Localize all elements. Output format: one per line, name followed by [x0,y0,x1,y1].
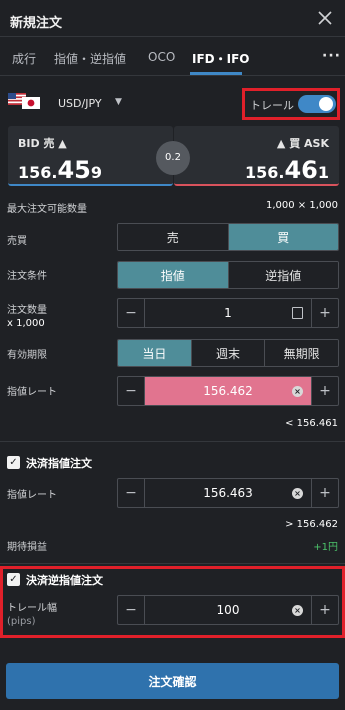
tab-market[interactable]: 成行 [12,50,36,67]
increment-button[interactable]: + [312,377,338,405]
decrement-button[interactable]: − [118,299,144,327]
tab-ifd-ifo[interactable]: IFD・IFO [192,50,250,67]
settle-limit-title: 決済指値注文 [26,457,92,470]
trail-width-unit: (pips) [7,616,36,627]
condition-selector: 指値 逆指値 [117,261,339,289]
trail-width-stepper: − 100 × + [117,595,339,625]
settle-limit-stepper: − 156.463 × + [117,478,339,508]
limit-option[interactable]: 指値 [118,262,229,288]
increment-button[interactable]: + [312,479,338,507]
settle-stop-checkbox[interactable]: ✓ [7,573,20,586]
decrement-button[interactable]: − [118,377,144,405]
side-selector: 売 買 [117,223,339,251]
calculator-icon[interactable] [292,307,303,319]
limit-rate-label: 指値レート [7,387,57,398]
currency-pair-select[interactable]: USD/JPY [58,97,102,110]
limit-rate-hint: < 156.461 [285,418,338,429]
expiry-weekend-option[interactable]: 週末 [191,340,266,366]
expected-pnl-label: 期待損益 [7,542,47,553]
trail-label: トレール [250,99,294,112]
quantity-stepper: − 1 + [117,298,339,328]
toggle-knob [319,97,333,111]
expiry-label: 有効期限 [7,350,47,361]
side-label: 売買 [7,236,27,247]
trail-width-label: トレール幅 [7,603,57,614]
order-confirm-button[interactable]: 注文確認 [6,663,339,699]
spread-badge: 0.2 [156,141,190,175]
quantity-input[interactable]: 1 [144,299,312,327]
limit-rate-input[interactable]: 156.462 × [144,377,312,405]
quantity-label: 注文数量 [7,305,47,316]
tab-oco[interactable]: OCO [148,50,175,64]
page-title: 新規注文 [10,16,63,31]
settle-limit-input[interactable]: 156.463 × [144,479,312,507]
max-qty-label: 最大注文可能数量 [7,204,87,215]
expiry-today-option[interactable]: 当日 [118,340,192,366]
sell-option[interactable]: 売 [118,224,229,250]
expiry-gtc-option[interactable]: 無期限 [265,340,338,366]
stop-option[interactable]: 逆指値 [228,262,338,288]
ask-price: 156.461 [244,156,329,184]
buy-option[interactable]: 買 [228,224,338,250]
ask-label: ▲ 買 ASK [276,137,329,150]
order-type-tabs: 成行 指値・逆指値 OCO IFD・IFO [0,40,345,76]
increment-button[interactable]: + [312,596,338,624]
clear-icon[interactable]: × [292,605,303,616]
close-icon[interactable] [315,8,335,28]
increment-button[interactable]: + [312,299,338,327]
bid-price-panel[interactable]: BID 売 ▲ 156.459 [8,126,173,186]
settle-stop-title: 決済逆指値注文 [26,574,103,587]
clear-icon[interactable]: × [292,488,303,499]
expiry-selector: 当日 週末 無期限 [117,339,339,367]
tab-limit-stop[interactable]: 指値・逆指値 [54,50,126,67]
more-icon[interactable]: ··· [322,48,341,64]
expected-pnl-value: +1円 [313,542,338,553]
decrement-button[interactable]: − [118,479,144,507]
condition-label: 注文条件 [7,271,47,282]
trail-toggle[interactable] [298,95,336,113]
settle-limit-hint: > 156.462 [285,519,338,530]
quantity-unit: x 1,000 [7,318,45,329]
ask-price-panel[interactable]: ▲ 買 ASK 156.461 [174,126,339,186]
jp-flag-icon [22,97,40,109]
limit-rate-stepper: − 156.462 × + [117,376,339,406]
bid-price: 156.459 [18,156,103,184]
decrement-button[interactable]: − [118,596,144,624]
bid-label: BID 売 ▲ [18,137,67,150]
settle-limit-rate-label: 指値レート [7,490,57,501]
max-qty-value: 1,000 × 1,000 [266,200,338,211]
settle-limit-checkbox[interactable]: ✓ [7,456,20,469]
clear-icon[interactable]: × [292,386,303,397]
trail-width-input[interactable]: 100 × [144,596,312,624]
chevron-down-icon[interactable]: ▼ [115,97,122,107]
